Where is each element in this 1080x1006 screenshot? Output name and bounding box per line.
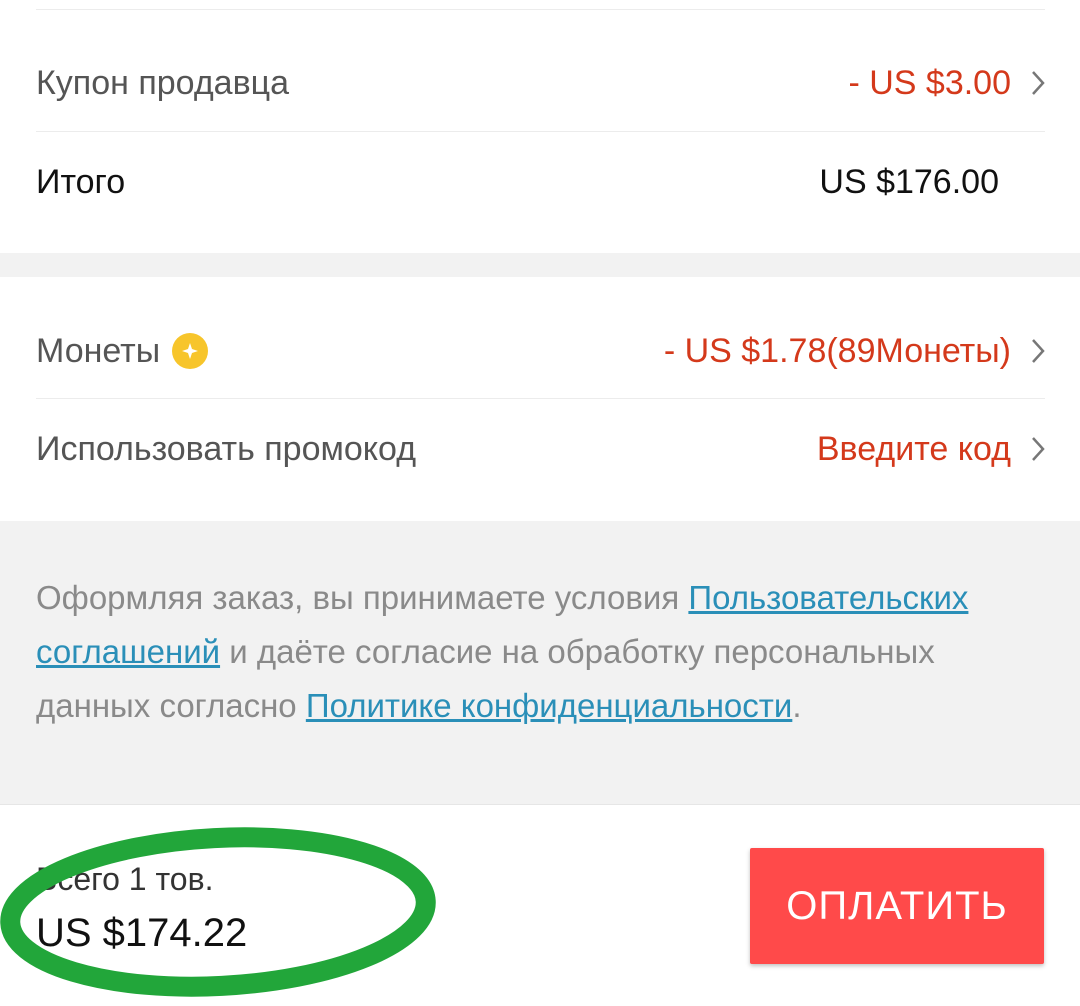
divider xyxy=(36,9,1045,10)
subtotal-row: Итого US $176.00 xyxy=(36,133,1045,231)
order-total: US $174.22 xyxy=(36,911,248,955)
promo-code-row[interactable]: Использовать промокод Введите код xyxy=(36,401,1045,497)
terms-notice: Оформляя заказ, вы принимаете условия По… xyxy=(0,521,1080,804)
order-summary-card: Купон продавца - US $3.00 Итого US $176.… xyxy=(0,0,1080,253)
subtotal-value: US $176.00 xyxy=(819,162,999,201)
divider xyxy=(36,398,1045,399)
promo-code-value[interactable]: Введите код xyxy=(817,430,1011,469)
terms-notice-text: Оформляя заказ, вы принимаете условия По… xyxy=(36,579,969,724)
checkout-page: Купон продавца - US $3.00 Итого US $176.… xyxy=(0,0,1080,1006)
item-count: Всего 1 тов. xyxy=(36,861,214,897)
coins-label: Монеты xyxy=(36,331,161,370)
privacy-policy-link[interactable]: Политике конфиденциальности xyxy=(306,687,792,724)
section-gap xyxy=(0,253,1080,277)
seller-coupon-value: - US $3.00 xyxy=(848,63,1011,102)
chevron-right-icon[interactable] xyxy=(1011,338,1045,364)
chevron-right-icon[interactable] xyxy=(1011,70,1045,96)
discounts-card: Монеты - US $1.78(89Монеты) Использовать… xyxy=(0,277,1080,521)
coin-icon xyxy=(172,333,209,369)
divider xyxy=(36,131,1045,132)
subtotal-label: Итого xyxy=(36,162,126,201)
pay-button[interactable]: ОПЛАТИТЬ xyxy=(750,848,1044,964)
checkout-footer: Всего 1 тов. US $174.22 ОПЛАТИТЬ xyxy=(0,804,1080,1006)
coins-row[interactable]: Монеты - US $1.78(89Монеты) xyxy=(36,303,1045,399)
promo-code-label: Использовать промокод xyxy=(36,429,417,468)
seller-coupon-row[interactable]: Купон продавца - US $3.00 xyxy=(36,35,1045,131)
coins-value: - US $1.78(89Монеты) xyxy=(663,331,1011,370)
chevron-right-icon[interactable] xyxy=(1011,436,1045,462)
seller-coupon-label: Купон продавца xyxy=(36,63,290,102)
